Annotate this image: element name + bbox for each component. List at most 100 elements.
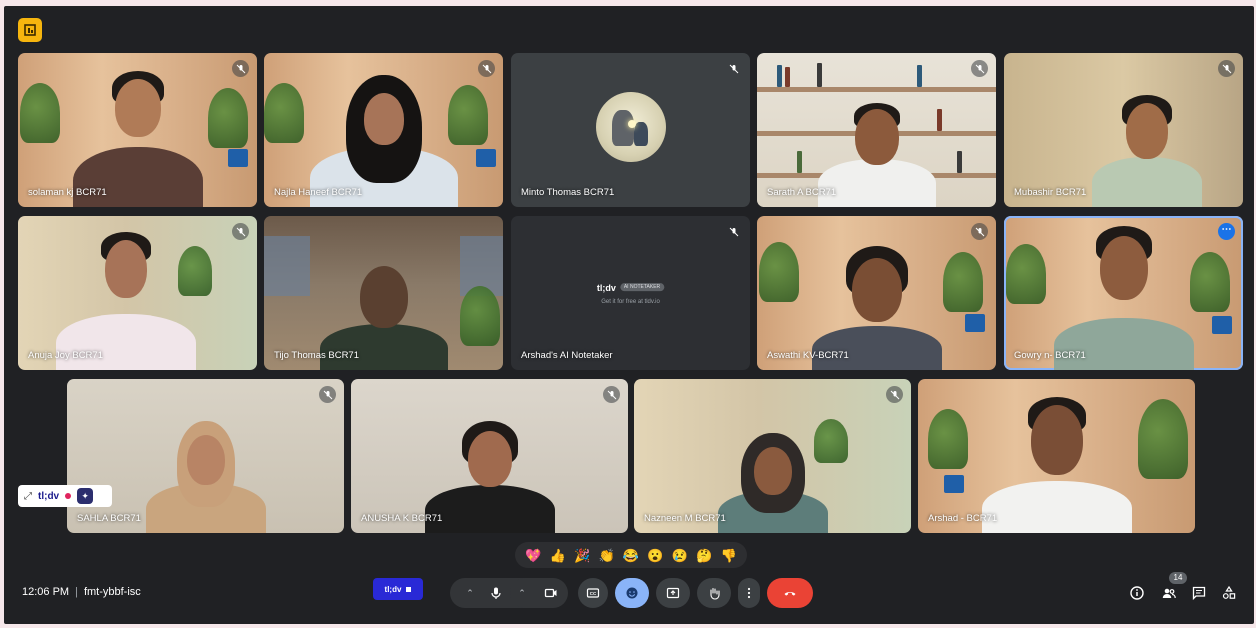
camera-options-button[interactable]: ⌃ xyxy=(510,578,534,608)
book-decor xyxy=(917,65,922,87)
book-decor xyxy=(957,151,962,173)
participant-name: Arshad - BCR71 xyxy=(928,513,998,524)
pot-decor xyxy=(965,314,985,332)
recorder-brand: tl;dv xyxy=(38,490,60,502)
participant-avatar xyxy=(595,92,666,162)
participant-tile[interactable]: ANUSHA K BCR71 xyxy=(351,379,628,533)
reaction-laugh[interactable]: 😂 xyxy=(623,549,639,562)
raise-hand-button[interactable] xyxy=(697,578,731,608)
camera-button[interactable] xyxy=(534,578,568,608)
tldv-record-label: tl;dv xyxy=(384,584,402,594)
meeting-time: 12:06 PM xyxy=(22,586,70,598)
more-options-button[interactable] xyxy=(738,578,760,608)
muted-mic-icon xyxy=(971,60,988,77)
participant-count-badge: 14 xyxy=(1169,572,1187,584)
reaction-thumbs-down[interactable]: 👎 xyxy=(721,549,737,562)
chevron-up-icon: ⌃ xyxy=(518,587,526,598)
emoji-button[interactable] xyxy=(615,578,649,608)
reaction-thumbs-up[interactable]: 👍 xyxy=(550,549,566,562)
reaction-party[interactable]: 🎉 xyxy=(574,549,590,562)
plant-decor xyxy=(928,409,968,469)
tldv-record-button[interactable]: tl;dv xyxy=(373,578,423,600)
svg-text:CC: CC xyxy=(590,591,597,596)
meet-stage: solaman kj BCR71 Najla Haneef BCR71 Mint… xyxy=(4,6,1254,624)
notetaker-branding: tl;dv AI NOTETAKER Get it for free at tld… xyxy=(596,278,665,306)
pot-decor xyxy=(1212,316,1232,334)
present-icon xyxy=(666,587,680,599)
participant-tile[interactable]: Nazneen M BCR71 xyxy=(634,379,911,533)
participant-video xyxy=(51,230,201,370)
participant-tile[interactable]: Minto Thomas BCR71 xyxy=(511,53,750,207)
mic-icon xyxy=(491,587,501,599)
notetaker-subtitle: Get it for free at tldv.io xyxy=(601,299,660,306)
plant-decor xyxy=(20,83,60,143)
activities-button[interactable] xyxy=(1220,584,1238,602)
end-call-icon xyxy=(784,592,796,596)
info-icon xyxy=(1130,586,1144,600)
plant-decor xyxy=(460,286,500,346)
people-button[interactable] xyxy=(1160,584,1178,602)
expand-icon[interactable]: ⤢ xyxy=(24,491,32,502)
emoji-icon xyxy=(626,587,638,599)
plant-decor xyxy=(1006,244,1046,304)
participant-name: Arshad's AI Notetaker xyxy=(521,350,613,361)
participant-video xyxy=(977,397,1137,533)
book-decor xyxy=(797,151,802,173)
pot-decor xyxy=(944,475,964,493)
app-logo[interactable] xyxy=(18,18,42,42)
tldv-recorder-widget[interactable]: ⤢ tl;dv ✦ xyxy=(18,485,112,507)
participant-tile[interactable]: Tijo Thomas BCR71 xyxy=(264,216,503,370)
book-decor xyxy=(817,63,822,87)
plant-decor xyxy=(208,88,248,148)
participant-name: Tijo Thomas BCR71 xyxy=(274,350,360,361)
participant-video xyxy=(1049,226,1199,370)
participant-tile[interactable]: Najla Haneef BCR71 xyxy=(264,53,503,207)
recording-indicator-icon xyxy=(65,493,72,499)
participant-tile[interactable]: Arshad - BCR71 xyxy=(918,379,1195,533)
more-options-icon[interactable]: ⋯ xyxy=(1218,223,1235,240)
pot-decor xyxy=(228,149,248,167)
chat-button[interactable] xyxy=(1190,584,1208,602)
muted-mic-icon xyxy=(319,386,336,403)
captions-button[interactable]: CC xyxy=(578,578,608,608)
notetaker-brand: tl;dv xyxy=(596,283,616,294)
book-decor xyxy=(785,67,790,87)
participant-tile[interactable]: tl;dv AI NOTETAKER Get it for free at tld… xyxy=(511,216,750,370)
app-logo-icon xyxy=(24,24,36,36)
muted-mic-icon xyxy=(232,60,249,77)
participant-video xyxy=(708,433,838,533)
meeting-info: 12:06 PM | fmt-ybbf-isc xyxy=(22,586,141,598)
participant-name: Gowry n- BCR71 xyxy=(1014,350,1086,361)
camera-control: ⌃ xyxy=(510,578,568,608)
reaction-heart[interactable]: 💖 xyxy=(525,549,541,562)
ai-sparkle-icon[interactable]: ✦ xyxy=(77,488,94,504)
chat-icon xyxy=(1192,586,1206,601)
reaction-thinking[interactable]: 🤔 xyxy=(696,549,712,562)
participant-tile[interactable]: Mubashir BCR71 xyxy=(1004,53,1243,207)
participant-name: Aswathi KV-BCR71 xyxy=(767,350,849,361)
participant-tile[interactable]: Aswathi KV-BCR71 xyxy=(757,216,996,370)
present-button[interactable] xyxy=(656,578,690,608)
participant-video xyxy=(1082,93,1212,207)
participant-video xyxy=(131,421,281,533)
participant-name: Minto Thomas BCR71 xyxy=(521,187,615,198)
people-icon xyxy=(1162,588,1176,599)
participant-tile[interactable]: SAHLA BCR71 xyxy=(67,379,344,533)
pot-decor xyxy=(476,149,496,167)
participant-name: SAHLA BCR71 xyxy=(77,513,141,524)
reaction-sad[interactable]: 😢 xyxy=(672,549,688,562)
plant-decor xyxy=(943,252,983,312)
participant-name: Najla Haneef BCR71 xyxy=(274,187,363,198)
participant-tile[interactable]: Anuja Joy BCR71 xyxy=(18,216,257,370)
muted-mic-icon xyxy=(886,386,903,403)
reaction-clap[interactable]: 👏 xyxy=(598,549,614,562)
activities-icon xyxy=(1222,585,1236,599)
meeting-details-button[interactable] xyxy=(1128,584,1146,602)
participant-tile-active-speaker[interactable]: ⋯ Gowry n- BCR71 xyxy=(1004,216,1243,370)
plant-decor xyxy=(264,83,304,143)
leave-call-button[interactable] xyxy=(767,578,813,608)
reaction-surprised[interactable]: 😮 xyxy=(647,549,663,562)
raise-hand-icon xyxy=(710,587,720,600)
participant-tile[interactable]: Sarath A BCR71 xyxy=(757,53,996,207)
participant-tile[interactable]: solaman kj BCR71 xyxy=(18,53,257,207)
